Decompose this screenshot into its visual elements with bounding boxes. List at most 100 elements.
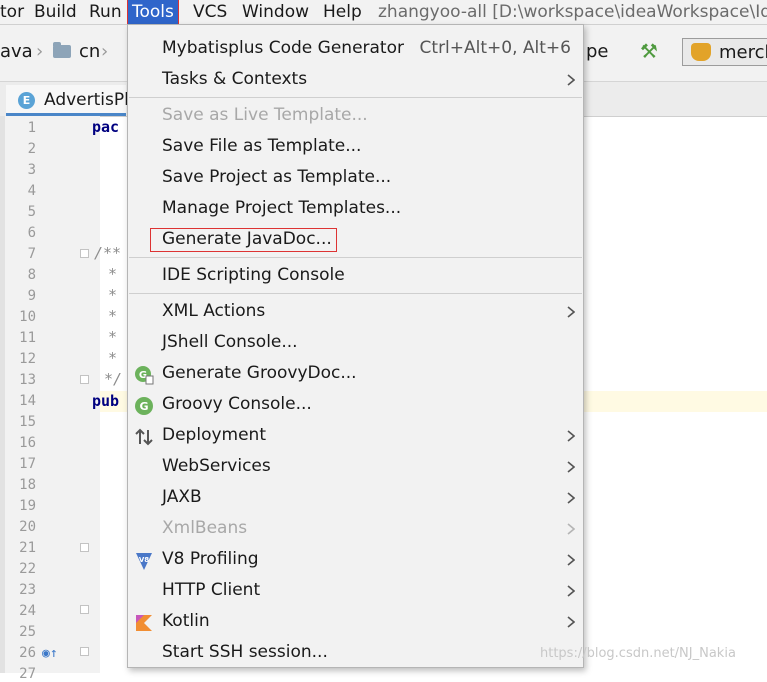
- menu-item-v8-profiling[interactable]: V8 V8 Profiling: [128, 545, 583, 576]
- fold-marker[interactable]: [80, 249, 89, 258]
- menu-help[interactable]: Help: [323, 0, 362, 24]
- line-number: 8: [27, 267, 36, 283]
- folder-icon: [53, 42, 71, 58]
- line-number: 9: [27, 288, 36, 304]
- submenu-arrow-icon: [567, 523, 575, 535]
- menu-item-shortcut: Ctrl+Alt+0, Alt+6: [419, 38, 571, 58]
- line-number: 16: [19, 435, 36, 451]
- line-number: 21: [19, 540, 36, 556]
- menu-separator: [129, 257, 582, 258]
- submenu-arrow-icon: [567, 554, 575, 566]
- menu-bar: tor Build Run Tools VCS Window Help zhan…: [0, 0, 767, 25]
- menu-item-label: Save as Live Template...: [162, 105, 368, 125]
- menu-item-xmlbeans: XmlBeans: [128, 514, 583, 545]
- menu-item-groovy-console[interactable]: G Groovy Console...: [128, 390, 583, 421]
- menu-item-manage-project-templates[interactable]: Manage Project Templates...: [128, 194, 583, 225]
- code-line-7[interactable]: /**: [94, 244, 121, 262]
- groovy-doc-icon: G: [134, 365, 154, 385]
- line-number: 7: [27, 246, 36, 262]
- menu-window[interactable]: Window: [242, 0, 309, 24]
- menu-item-save-file-as-template[interactable]: Save File as Template...: [128, 132, 583, 163]
- line-number: 11: [19, 330, 36, 346]
- code-line-8[interactable]: *: [108, 265, 117, 283]
- deployment-icon: [134, 427, 154, 447]
- v8-icon: V8: [134, 551, 154, 571]
- menu-item-jshell-console[interactable]: JShell Console...: [128, 328, 583, 359]
- line-number: 23: [19, 582, 36, 598]
- editor-tab[interactable]: E AdvertisPla: [6, 85, 139, 116]
- menu-item-label: Start SSH session...: [162, 642, 328, 662]
- menu-run[interactable]: Run: [89, 0, 122, 24]
- menu-item-save-as-live-template: Save as Live Template...: [128, 101, 583, 132]
- line-number: 4: [27, 183, 36, 199]
- menu-item-webservices[interactable]: WebServices: [128, 452, 583, 483]
- line-number: 13: [19, 372, 36, 388]
- kotlin-icon: [134, 613, 154, 633]
- menu-item-ide-scripting-console[interactable]: IDE Scripting Console: [128, 261, 583, 292]
- gutter-edge: [0, 116, 5, 673]
- line-number: 19: [19, 498, 36, 514]
- menu-build[interactable]: Build: [34, 0, 77, 24]
- line-number: 15: [19, 414, 36, 430]
- menu-item-generate-groovydoc[interactable]: G Generate GroovyDoc...: [128, 359, 583, 390]
- menu-item-save-project-as-template[interactable]: Save Project as Template...: [128, 163, 583, 194]
- menu-item-jaxb[interactable]: JAXB: [128, 483, 583, 514]
- editor-tab-label: AdvertisPla: [44, 90, 140, 110]
- breadcrumb-java[interactable]: ava: [0, 41, 33, 62]
- code-line-10[interactable]: *: [108, 307, 117, 325]
- line-number: 2: [27, 141, 36, 157]
- build-hammer-icon[interactable]: ⚒: [640, 39, 658, 63]
- menu-item-label: HTTP Client: [162, 580, 261, 600]
- code-line-1[interactable]: pac: [92, 118, 119, 136]
- menu-separator: [129, 293, 582, 294]
- line-number: 26: [19, 645, 36, 661]
- menu-item-label: Generate GroovyDoc...: [162, 363, 357, 383]
- breadcrumb-separator: ›: [101, 41, 109, 62]
- line-number: 14: [19, 393, 36, 409]
- menu-tools[interactable]: Tools: [127, 0, 179, 24]
- code-line-14[interactable]: pub: [92, 392, 119, 410]
- menu-item-xml-actions[interactable]: XML Actions: [128, 297, 583, 328]
- menu-editor[interactable]: tor: [0, 0, 24, 24]
- submenu-arrow-icon: [567, 74, 575, 86]
- groovy-icon: G: [134, 396, 154, 416]
- menu-item-label: Manage Project Templates...: [162, 198, 402, 218]
- line-number: 20: [19, 519, 36, 535]
- menu-vcs[interactable]: VCS: [193, 0, 227, 24]
- breadcrumb-partial[interactable]: pe: [586, 41, 609, 62]
- code-line-9[interactable]: *: [108, 286, 117, 304]
- line-number: 27: [19, 666, 36, 682]
- menu-item-start-ssh-session[interactable]: Start SSH session...: [128, 638, 583, 669]
- menu-item-label: Save Project as Template...: [162, 167, 392, 187]
- line-number: 12: [19, 351, 36, 367]
- fold-marker[interactable]: [80, 543, 89, 552]
- menu-item-label: WebServices: [162, 456, 271, 476]
- highlight-box: [150, 228, 337, 252]
- menu-item-deployment[interactable]: Deployment: [128, 421, 583, 452]
- fold-marker[interactable]: [80, 375, 89, 384]
- menu-item-kotlin[interactable]: Kotlin: [128, 607, 583, 638]
- menu-item-tasks-contexts[interactable]: Tasks & Contexts: [128, 65, 583, 96]
- line-number: 10: [19, 309, 36, 325]
- menu-item-mybatisplus-code-generator[interactable]: Mybatisplus Code Generator Ctrl+Alt+0, Al…: [128, 34, 583, 65]
- tomcat-icon: [691, 43, 711, 61]
- svg-text:V8: V8: [139, 556, 149, 564]
- run-configuration-selector[interactable]: merch: [682, 38, 767, 66]
- fold-marker[interactable]: [80, 647, 89, 656]
- code-line-12[interactable]: *: [108, 349, 117, 367]
- submenu-arrow-icon: [567, 585, 575, 597]
- submenu-arrow-icon: [567, 306, 575, 318]
- implementation-gutter-icon[interactable]: ◉↑: [42, 646, 58, 661]
- menu-item-label: Groovy Console...: [162, 394, 312, 414]
- fold-marker[interactable]: [80, 605, 89, 614]
- breadcrumb-cn[interactable]: cn: [79, 41, 100, 62]
- submenu-arrow-icon: [567, 492, 575, 504]
- menu-item-generate-javadoc[interactable]: Generate JavaDoc...: [128, 225, 583, 256]
- code-line-13[interactable]: */: [104, 370, 122, 388]
- menu-item-http-client[interactable]: HTTP Client: [128, 576, 583, 607]
- breadcrumb-separator: ›: [36, 41, 44, 62]
- watermark: https://blog.csdn.net/NJ_Nakia: [540, 646, 736, 661]
- menu-item-label: Kotlin: [162, 611, 210, 631]
- code-line-11[interactable]: *: [108, 328, 117, 346]
- submenu-arrow-icon: [567, 430, 575, 442]
